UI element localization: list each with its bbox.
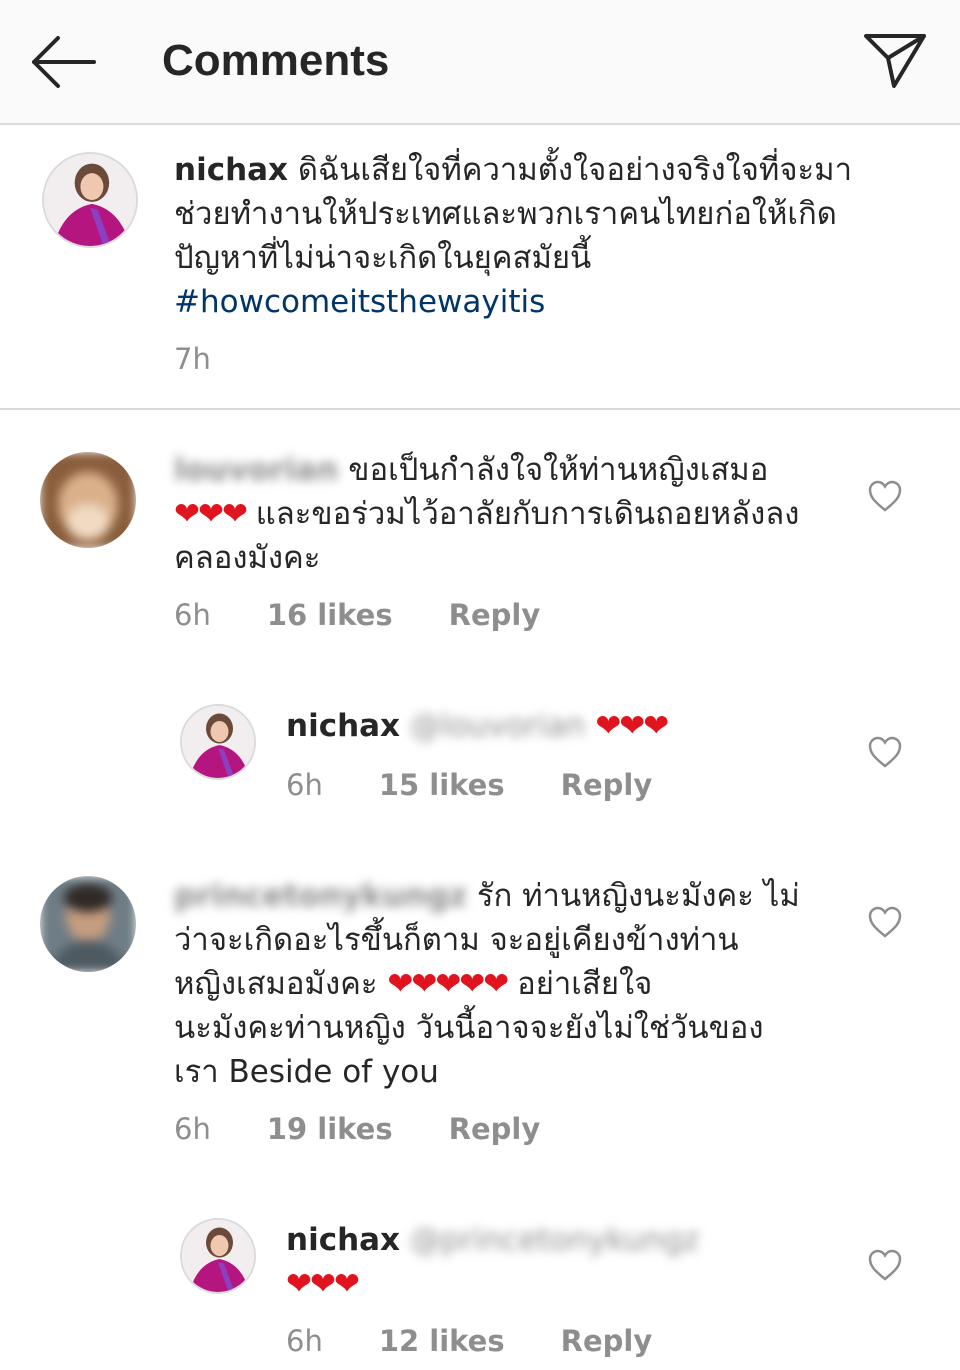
top-bar: Comments xyxy=(0,0,960,125)
heart-outline-icon[interactable] xyxy=(867,905,903,939)
comment-username[interactable]: louvorian xyxy=(174,452,338,488)
comment-body: หญิงเสมอมังคะ xyxy=(174,966,378,1002)
comment-body: รัก ท่านหญิงนะมังคะ ไม่ xyxy=(476,878,800,914)
likes-count[interactable]: 16 likes xyxy=(267,598,393,632)
reply-text: nichax @princetonykungz ❤❤❤ xyxy=(286,1218,826,1306)
avatar[interactable] xyxy=(180,1218,256,1294)
comment-body: นะมังคะท่านหญิง วันนี้อาจจะยังไม่ใช่วันข… xyxy=(174,1010,764,1046)
comment-body: อย่าเสียใจ xyxy=(517,966,653,1002)
likes-count[interactable]: 19 likes xyxy=(267,1112,393,1146)
comment-time: 6h xyxy=(174,1112,211,1146)
heart-outline-icon[interactable] xyxy=(867,479,903,513)
reply-button[interactable]: Reply xyxy=(449,1112,541,1146)
reply-meta: 6h 15 likes Reply xyxy=(286,768,708,802)
likes-count[interactable]: 12 likes xyxy=(379,1324,505,1358)
avatar[interactable] xyxy=(42,152,138,248)
caption-time: 7h xyxy=(174,342,211,376)
caption-username[interactable]: nichax xyxy=(174,152,288,188)
reply-time: 6h xyxy=(286,768,323,802)
mention-link[interactable]: @louvorian xyxy=(410,708,586,744)
reply-username[interactable]: nichax xyxy=(286,708,400,744)
avatar[interactable] xyxy=(40,876,136,972)
heart-emoji: ❤❤❤ xyxy=(286,1266,360,1302)
comment-body: ว่าจะเกิดอะไรขึ้นก็ตาม จะอยู่เคียงข้างท่… xyxy=(174,922,739,958)
reply-button[interactable]: Reply xyxy=(561,1324,653,1358)
comment-username[interactable]: princetonykungz xyxy=(174,878,467,914)
comment-body: ขอเป็นกำลังใจให้ท่านหญิงเสมอ xyxy=(348,452,769,488)
reply-button[interactable]: Reply xyxy=(561,768,653,802)
comment-time: 6h xyxy=(174,598,211,632)
comment-meta: 6h 16 likes Reply xyxy=(174,598,596,632)
page-title: Comments xyxy=(162,36,390,85)
paper-plane-icon[interactable] xyxy=(862,30,928,92)
caption-text: nichax ดิฉันเสียใจที่ความตั้งใจอย่างจริง… xyxy=(174,148,864,324)
reply-meta: 6h 12 likes Reply xyxy=(286,1324,708,1358)
reply-time: 6h xyxy=(286,1324,323,1358)
heart-emoji: ❤❤❤ xyxy=(174,496,248,532)
comment-body: และขอร่วมไว้อาลัยกับการเดินถอยหลังลงคลอง… xyxy=(174,496,800,576)
likes-count[interactable]: 15 likes xyxy=(379,768,505,802)
heart-emoji: ❤❤❤ xyxy=(595,708,669,744)
mention-link[interactable]: @princetonykungz xyxy=(410,1222,699,1258)
comment-meta: 6h 19 likes Reply xyxy=(174,1112,596,1146)
reply-button[interactable]: Reply xyxy=(449,598,541,632)
comment-body: เรา Beside of you xyxy=(174,1054,439,1090)
reply-text: nichax @louvorian ❤❤❤ xyxy=(286,704,826,748)
comment-text: princetonykungz รัก ท่านหญิงนะมังคะ ไม่ … xyxy=(174,874,854,1094)
heart-emoji: ❤❤❤❤❤ xyxy=(387,966,509,1002)
comment-text: louvorian ขอเป็นกำลังใจให้ท่านหญิงเสมอ ❤… xyxy=(174,448,834,580)
caption-hashtag[interactable]: #howcomeitsthewayitis xyxy=(174,284,545,320)
reply-username[interactable]: nichax xyxy=(286,1222,400,1258)
avatar[interactable] xyxy=(40,452,136,548)
caption-meta: 7h xyxy=(174,342,267,376)
heart-outline-icon[interactable] xyxy=(867,735,903,769)
divider xyxy=(0,408,960,410)
avatar[interactable] xyxy=(180,704,256,780)
heart-outline-icon[interactable] xyxy=(867,1248,903,1282)
back-arrow-icon[interactable] xyxy=(30,32,100,92)
